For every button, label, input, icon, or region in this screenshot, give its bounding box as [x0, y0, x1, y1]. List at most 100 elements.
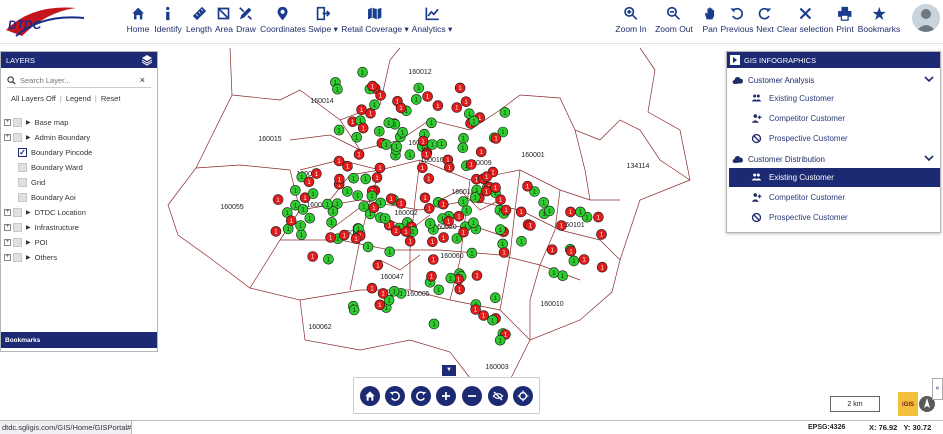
existing-customer-marker[interactable]: 1 — [494, 334, 506, 346]
competitor-customer-marker[interactable]: 1 — [333, 155, 345, 167]
infographic-item-competitor-customer[interactable]: Competitor Customer — [729, 109, 940, 128]
competitor-customer-marker[interactable]: 1 — [481, 185, 492, 197]
competitor-customer-marker[interactable]: 1 — [423, 173, 435, 184]
competitor-customer-marker[interactable]: 1 — [565, 245, 577, 257]
competitor-customer-marker[interactable]: 1 — [285, 215, 297, 226]
existing-customer-marker[interactable]: 1 — [397, 127, 408, 138]
layer-checkbox[interactable] — [13, 252, 22, 262]
layer-checkbox[interactable] — [13, 132, 22, 142]
existing-customer-marker[interactable]: 1 — [489, 292, 501, 304]
competitor-customer-marker[interactable]: 1 — [498, 247, 510, 258]
competitor-customer-marker[interactable]: 1 — [272, 194, 284, 205]
existing-customer-marker[interactable]: 1 — [369, 99, 380, 110]
competitor-customer-marker[interactable]: 1 — [471, 270, 483, 281]
existing-customer-marker[interactable]: 1 — [307, 188, 319, 199]
existing-customer-marker[interactable]: 1 — [426, 117, 437, 129]
existing-customer-marker[interactable]: 1 — [362, 241, 374, 253]
competitor-customer-marker[interactable]: 1 — [371, 172, 383, 183]
length-button[interactable]: Length — [186, 4, 212, 40]
competitor-customer-marker[interactable]: 1 — [578, 254, 590, 265]
competitor-customer-marker[interactable]: 1 — [353, 149, 365, 160]
layer-boundary-pincode[interactable]: ✓ Boundary Pincode — [18, 146, 92, 158]
existing-customer-marker[interactable]: 1 — [348, 172, 360, 184]
layer-checkbox[interactable] — [13, 222, 22, 232]
user-avatar[interactable] — [912, 4, 940, 32]
legend-link[interactable]: Legend — [66, 94, 91, 103]
competitor-customer-marker[interactable]: 1 — [475, 146, 487, 158]
existing-customer-marker[interactable]: 1 — [391, 141, 402, 152]
existing-customer-marker[interactable]: 1 — [548, 267, 560, 278]
layer-checkbox[interactable] — [18, 162, 27, 172]
existing-customer-marker[interactable]: 1 — [383, 117, 395, 128]
rotate-right-button[interactable] — [410, 385, 431, 406]
competitor-customer-marker[interactable]: 1 — [565, 206, 576, 218]
home-button[interactable]: Home — [127, 4, 149, 40]
side-panel-tab[interactable]: « — [932, 378, 943, 400]
layer-dtdc-location[interactable]: + ▶ DTDC Location — [4, 206, 86, 218]
existing-customer-marker[interactable]: 1 — [295, 220, 306, 231]
competitor-customer-marker[interactable]: 1 — [596, 261, 608, 273]
layer-checkbox[interactable] — [18, 177, 27, 187]
existing-customer-marker[interactable]: 1 — [575, 206, 586, 218]
existing-customer-marker[interactable]: 1 — [352, 190, 364, 201]
analytics-button[interactable]: Analytics ▾ — [412, 4, 452, 40]
zoom-out-button[interactable]: Zoom Out — [655, 4, 693, 40]
existing-customer-marker[interactable]: 1 — [380, 139, 392, 150]
layer-checkbox[interactable] — [13, 237, 22, 247]
competitor-customer-marker[interactable]: 1 — [357, 122, 369, 134]
clear-search-button[interactable]: × — [140, 75, 145, 85]
competitor-customer-marker[interactable]: 1 — [500, 204, 512, 216]
existing-customer-marker[interactable]: 1 — [388, 285, 400, 297]
competitor-customer-marker[interactable]: 1 — [451, 102, 463, 113]
competitor-customer-marker[interactable]: 1 — [390, 225, 402, 237]
clear-selection-button[interactable]: Clear selection — [777, 4, 833, 40]
competitor-customer-marker[interactable]: 1 — [338, 229, 350, 241]
existing-customer-marker[interactable]: 1 — [487, 314, 498, 326]
existing-customer-marker[interactable]: 1 — [424, 218, 436, 229]
competitor-customer-marker[interactable]: 1 — [270, 226, 282, 237]
existing-customer-marker[interactable]: 1 — [332, 83, 343, 95]
layer-infrastructure[interactable]: + ▶ Infrastructure — [4, 221, 79, 233]
existing-customer-marker[interactable]: 1 — [538, 197, 550, 208]
competitor-customer-marker[interactable]: 1 — [303, 176, 315, 188]
chevron-down-icon[interactable] — [924, 153, 934, 163]
competitor-customer-marker[interactable]: 1 — [417, 135, 429, 147]
infographic-item-prospective-customer[interactable]: Prospective Customer — [729, 129, 940, 148]
existing-customer-marker[interactable]: 1 — [360, 173, 372, 185]
competitor-customer-marker[interactable]: 1 — [366, 282, 378, 294]
infographic-item-existing-customer[interactable]: Existing Customer — [729, 89, 940, 108]
competitor-customer-marker[interactable]: 1 — [375, 90, 386, 101]
competitor-customer-marker[interactable]: 1 — [419, 192, 431, 204]
layer-checkbox[interactable]: ✓ — [18, 147, 27, 157]
all-layers-off-link[interactable]: All Layers Off — [11, 94, 56, 103]
existing-customer-marker[interactable]: 1 — [410, 94, 422, 105]
competitor-customer-marker[interactable]: 1 — [525, 220, 536, 231]
competitor-customer-marker[interactable]: 1 — [426, 270, 437, 282]
pan-button[interactable]: Pan — [702, 4, 718, 40]
zoom-in-button[interactable]: Zoom In — [615, 4, 647, 40]
competitor-customer-marker[interactable]: 1 — [404, 236, 416, 247]
next-button[interactable]: Next — [756, 4, 774, 40]
existing-customer-marker[interactable]: 1 — [461, 205, 473, 216]
coordinates-button[interactable]: Coordinates — [260, 4, 306, 40]
existing-customer-marker[interactable]: 1 — [466, 247, 478, 259]
existing-customer-marker[interactable]: 1 — [348, 304, 360, 316]
competitor-customer-marker[interactable]: 1 — [377, 288, 389, 299]
competitor-customer-marker[interactable]: 1 — [427, 254, 439, 265]
existing-customer-marker[interactable]: 1 — [499, 107, 511, 118]
area-button[interactable]: Area — [215, 4, 233, 40]
identify-button[interactable]: Identify — [154, 4, 182, 40]
layer-boundary-ward[interactable]: Boundary Ward — [18, 161, 83, 173]
existing-customer-marker[interactable]: 1 — [468, 217, 479, 228]
expand-toggle-icon[interactable]: + — [4, 238, 11, 246]
existing-customer-marker[interactable]: 1 — [428, 318, 440, 330]
competitor-customer-marker[interactable]: 1 — [307, 251, 319, 262]
existing-customer-marker[interactable]: 1 — [568, 255, 580, 267]
collapse-toolbar-button[interactable]: ▼ — [442, 365, 456, 376]
competitor-customer-marker[interactable]: 1 — [438, 232, 449, 243]
competitor-customer-marker[interactable]: 1 — [423, 203, 435, 214]
existing-customer-marker[interactable]: 1 — [404, 149, 416, 160]
expand-toggle-icon[interactable]: + — [4, 118, 11, 126]
competitor-customer-marker[interactable]: 1 — [490, 182, 501, 193]
competitor-customer-marker[interactable]: 1 — [490, 133, 502, 144]
